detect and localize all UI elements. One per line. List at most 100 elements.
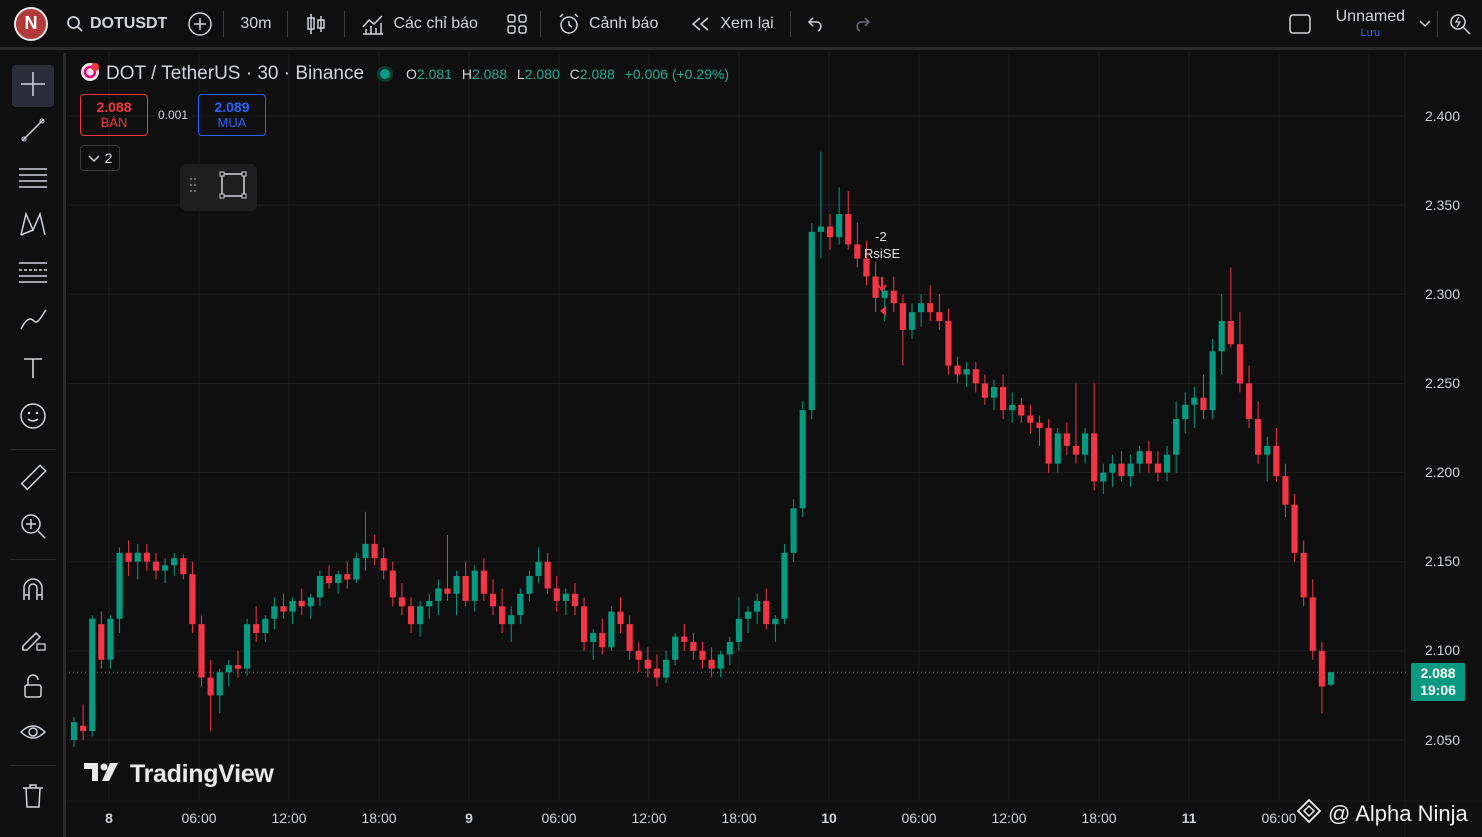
compare-add-button[interactable] — [177, 0, 223, 49]
drag-handle-icon[interactable] — [188, 176, 198, 199]
time-axis-label: 10 — [821, 810, 837, 826]
brush-tool[interactable] — [12, 301, 54, 343]
candle-body — [562, 593, 569, 601]
templates-button[interactable] — [494, 0, 540, 49]
chart-type-button[interactable] — [288, 0, 344, 49]
candle-body — [644, 659, 651, 669]
magnet-tool[interactable] — [12, 571, 54, 613]
top-toolbar: N DOTUSDT 30m Các chỉ báo Cảnh báo Xem l… — [0, 0, 1482, 50]
text-tool[interactable] — [12, 349, 54, 391]
candle-body — [990, 386, 998, 398]
xabcd-pattern-icon — [18, 210, 48, 243]
stay-drawing-tool[interactable] — [12, 619, 54, 661]
candle-body — [134, 552, 141, 562]
time-axis-label: 12:00 — [271, 810, 307, 826]
tradingview-logo[interactable]: TradingView — [84, 760, 274, 789]
sell-button[interactable]: 2.088 BÁN — [80, 94, 148, 136]
candle-body — [790, 508, 797, 553]
crosshair-tool[interactable] — [12, 65, 54, 107]
candle-body — [1072, 445, 1080, 455]
ohlc-values: O2.081 H2.088 L2.080 C2.088 +0.006 (+0.2… — [400, 66, 729, 82]
trend-line-tool[interactable] — [12, 111, 54, 153]
time-axis-label: 12:00 — [991, 810, 1027, 826]
alerts-button[interactable]: Cảnh báo — [541, 0, 674, 49]
symbol-search[interactable]: DOTUSDT — [66, 0, 177, 49]
candle-body — [936, 312, 943, 322]
order-signal-quantity: -2 — [875, 229, 887, 244]
chart-pane[interactable] — [69, 53, 1482, 837]
hide-drawings-tool[interactable] — [12, 713, 54, 755]
candle-body — [1091, 433, 1098, 482]
candle-body — [690, 641, 697, 651]
emoji-tool[interactable] — [12, 397, 54, 439]
rectangle-select-icon[interactable] — [218, 170, 248, 205]
candle-body — [717, 654, 724, 669]
brush-icon — [18, 307, 48, 338]
candle-body — [207, 677, 214, 696]
symbol-title[interactable]: DOT / TetherUS · 30 · Binance — [106, 63, 364, 85]
candle-body — [1154, 463, 1162, 473]
candle-body — [353, 558, 360, 580]
candle-body — [836, 214, 843, 238]
chevron-down-icon — [88, 150, 100, 166]
crosshair-icon — [19, 70, 47, 103]
candle-body — [462, 575, 469, 601]
trash-icon — [21, 782, 45, 815]
lock-drawings-tool[interactable] — [12, 667, 54, 709]
layout-save-button[interactable]: Unnamed Lưu — [1328, 0, 1413, 49]
candle-body — [708, 659, 715, 669]
candle-body — [489, 593, 497, 607]
text-icon — [20, 355, 46, 386]
candle-body — [307, 597, 314, 607]
horizontal-lines-tool[interactable] — [12, 159, 54, 201]
layout-menu-button[interactable] — [1413, 0, 1437, 49]
measure-tool[interactable] — [12, 459, 54, 501]
indicators-button[interactable]: Các chỉ báo — [345, 0, 494, 49]
user-avatar[interactable]: N — [14, 6, 48, 41]
zoom-tool[interactable] — [12, 507, 54, 549]
candle-body — [881, 290, 888, 298]
fib-tool[interactable] — [12, 253, 54, 295]
candle-body — [672, 636, 679, 660]
undo-button[interactable] — [791, 0, 839, 49]
candle-body — [653, 668, 661, 678]
price-chart[interactable] — [69, 53, 1482, 837]
interval-button[interactable]: 30m — [224, 0, 287, 49]
horizontal-lines-icon — [18, 165, 48, 196]
time-axis-label: 18:00 — [361, 810, 397, 826]
quick-search-button[interactable] — [1438, 0, 1482, 49]
redo-icon — [853, 16, 873, 32]
candle-body — [98, 624, 105, 660]
candle-body — [863, 258, 870, 277]
candle-body — [480, 570, 487, 594]
buy-price: 2.089 — [214, 99, 250, 116]
indicators-chart-icon — [361, 13, 385, 35]
candle-body — [198, 624, 205, 678]
candle-body — [1273, 445, 1280, 477]
change-value: +0.006 (+0.29%) — [624, 66, 730, 82]
price-axis-label: 2.200 — [1424, 464, 1460, 480]
candle-body — [1173, 419, 1180, 455]
watermark-text: @ Alpha Ninja — [1328, 801, 1468, 826]
replay-button[interactable]: Xem lại — [674, 0, 789, 49]
search-icon — [66, 15, 84, 33]
candle-body — [590, 633, 597, 642]
candle-body — [398, 597, 406, 607]
buy-button[interactable]: 2.089 MUA — [198, 94, 266, 136]
collapse-count: 2 — [104, 150, 113, 166]
candle-body — [1300, 552, 1307, 598]
market-status-icon[interactable] — [380, 69, 391, 79]
candle-body — [808, 231, 815, 411]
candle-body — [371, 543, 378, 559]
candle-body — [1227, 321, 1234, 345]
candle-body — [116, 552, 123, 619]
remove-drawings-tool[interactable] — [12, 777, 54, 819]
candle-body — [1318, 650, 1325, 687]
candle-body — [817, 226, 825, 232]
candle-body — [508, 615, 515, 625]
collapse-indicators-button[interactable]: 2 — [80, 145, 120, 171]
watermark: @ Alpha Ninja — [1296, 798, 1468, 830]
layout-toggle-button[interactable] — [1272, 0, 1328, 49]
pattern-tool[interactable] — [12, 205, 54, 247]
redo-button[interactable] — [839, 0, 887, 49]
